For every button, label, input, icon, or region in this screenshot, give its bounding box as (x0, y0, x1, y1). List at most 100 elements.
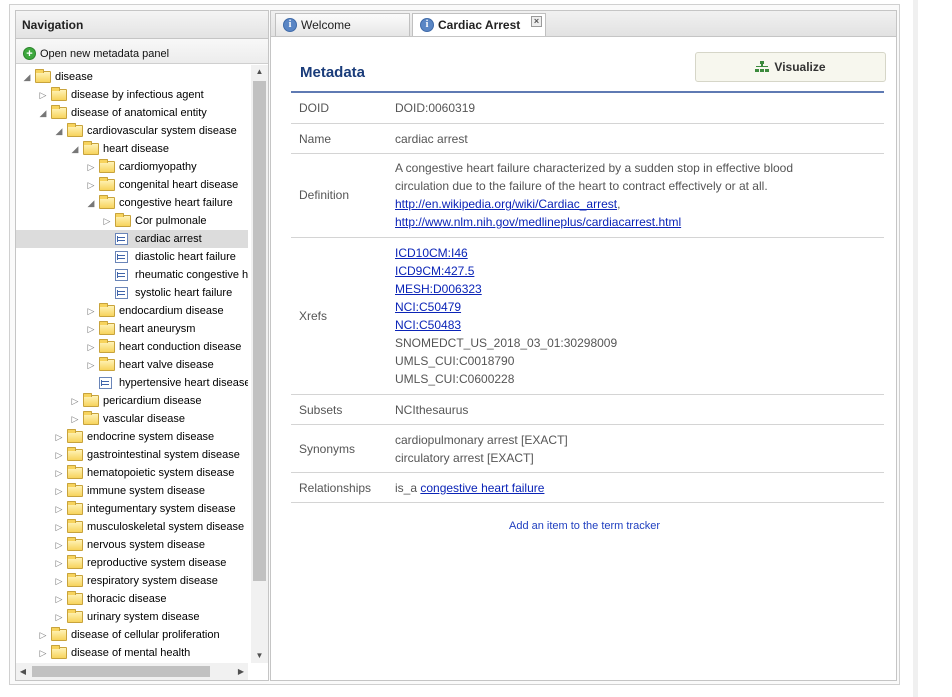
expand-arrow-icon[interactable]: ▷ (54, 500, 64, 518)
tree-node[interactable]: ▷ heart aneurysm (16, 320, 248, 338)
tree-node[interactable]: ▷ musculoskeletal system disease (16, 518, 248, 536)
tree-node[interactable]: cardiac arrest (16, 230, 248, 248)
tree-node[interactable]: ▷ thoracic disease (16, 590, 248, 608)
tree-node[interactable]: ▷ endocrine system disease (16, 428, 248, 446)
tab-welcome[interactable]: i Welcome (275, 13, 410, 36)
tree-node[interactable]: ▷ nervous system disease (16, 536, 248, 554)
tree-horizontal-scrollbar[interactable]: ◀ ▶ (16, 663, 248, 680)
expand-arrow-icon[interactable]: ▷ (86, 158, 96, 176)
tree-node[interactable]: ◢ disease of anatomical entity (16, 104, 248, 122)
expand-arrow-icon[interactable]: ▷ (86, 302, 96, 320)
tree-node[interactable]: ▷ cardiomyopathy (16, 158, 248, 176)
tree-node[interactable]: ◢ disease (16, 68, 248, 86)
doid-key: DOID (299, 101, 329, 115)
tree-node[interactable]: ▷ disease of mental health (16, 644, 248, 662)
scroll-up-arrow-icon[interactable]: ▲ (251, 65, 268, 79)
collapse-arrow-icon[interactable]: ◢ (54, 122, 64, 140)
tree-node[interactable]: diastolic heart failure (16, 248, 248, 266)
tree-node[interactable]: ◢ heart disease (16, 140, 248, 158)
tree-node[interactable]: ▷ disease by infectious agent (16, 86, 248, 104)
open-metadata-panel-button[interactable]: + Open new metadata panel (16, 39, 268, 64)
xref-link[interactable]: ICD9CM:427.5 (395, 264, 474, 278)
folder-icon (35, 69, 51, 83)
tree-node[interactable]: ▷ hematopoietic system disease (16, 464, 248, 482)
folder-icon (51, 105, 67, 119)
tree-node-label: endocardium disease (119, 305, 224, 317)
tree-node[interactable]: ▷ congenital heart disease (16, 176, 248, 194)
expand-arrow-icon[interactable]: ▷ (54, 608, 64, 626)
tree-node[interactable]: ▷ integumentary system disease (16, 500, 248, 518)
tree-node[interactable]: ◢ cardiovascular system disease (16, 122, 248, 140)
tree-node[interactable]: ▷ disease of cellular proliferation (16, 626, 248, 644)
expand-arrow-icon[interactable]: ▷ (54, 518, 64, 536)
synonym: cardiopulmonary arrest [EXACT] (395, 433, 568, 447)
scroll-right-arrow-icon[interactable]: ▶ (234, 663, 248, 680)
tree-node[interactable]: ▷ endocardium disease (16, 302, 248, 320)
expand-arrow-icon[interactable]: ▷ (54, 590, 64, 608)
expand-arrow-icon[interactable]: ▷ (70, 392, 80, 410)
medlineplus-link[interactable]: http://www.nlm.nih.gov/medlineplus/cardi… (395, 215, 681, 229)
expand-arrow-icon[interactable]: ▷ (54, 464, 64, 482)
expand-arrow-icon[interactable]: ▷ (54, 554, 64, 572)
folder-icon (99, 339, 115, 353)
tree-node[interactable]: ▷ respiratory system disease (16, 572, 248, 590)
relationships-row: Relationships is_a congestive heart fail… (291, 473, 884, 503)
wikipedia-link[interactable]: http://en.wikipedia.org/wiki/Cardiac_arr… (395, 197, 617, 211)
xref-link[interactable]: NCI:C50483 (395, 318, 461, 332)
expand-arrow-icon[interactable]: ▷ (38, 626, 48, 644)
tree-node[interactable]: hypertensive heart disease (16, 374, 248, 392)
visualize-button[interactable]: Visualize (695, 52, 886, 82)
collapse-arrow-icon[interactable]: ◢ (22, 68, 32, 86)
expand-arrow-icon[interactable]: ▷ (86, 356, 96, 374)
tree-node-label: disease by infectious agent (71, 89, 204, 101)
scroll-down-arrow-icon[interactable]: ▼ (251, 649, 268, 663)
expand-arrow-icon[interactable]: ▷ (86, 338, 96, 356)
tree-node[interactable]: ▷ heart conduction disease (16, 338, 248, 356)
add-to-term-tracker-link[interactable]: Add an item to the term tracker (271, 520, 898, 532)
synonyms-key: Synonyms (299, 442, 356, 456)
tree-node[interactable]: ▷ gastrointestinal system disease (16, 446, 248, 464)
tree-node[interactable]: systolic heart failure (16, 284, 248, 302)
tree-node-label: gastrointestinal system disease (87, 449, 240, 461)
tree-node[interactable]: ▷ Cor pulmonale (16, 212, 248, 230)
tree-node[interactable]: ▷ reproductive system disease (16, 554, 248, 572)
folder-icon (67, 519, 83, 533)
expand-arrow-icon[interactable]: ▷ (38, 644, 48, 662)
horizontal-scroll-thumb[interactable] (32, 666, 210, 677)
collapse-arrow-icon[interactable]: ◢ (38, 104, 48, 122)
vertical-scroll-thumb[interactable] (253, 81, 266, 581)
tree-node[interactable]: ▷ pericardium disease (16, 392, 248, 410)
navigation-panel: Navigation + Open new metadata panel ◢ di… (15, 10, 269, 681)
tree-node[interactable]: ◢ congestive heart failure (16, 194, 248, 212)
tree-vertical-scrollbar[interactable]: ▲ ▼ (251, 65, 268, 663)
tree-node[interactable]: rheumatic congestive he (16, 266, 248, 284)
add-circle-icon: + (23, 47, 36, 60)
xref-link[interactable]: ICD10CM:I46 (395, 246, 468, 260)
tab-cardiac-arrest[interactable]: i Cardiac Arrest × (412, 13, 546, 37)
tree-node[interactable]: ▷ urinary system disease (16, 608, 248, 626)
expand-arrow-icon[interactable]: ▷ (70, 410, 80, 428)
tree-node[interactable]: ▷ immune system disease (16, 482, 248, 500)
close-tab-icon[interactable]: × (531, 16, 542, 27)
tree-node[interactable]: ▷ heart valve disease (16, 356, 248, 374)
expand-arrow-icon[interactable]: ▷ (86, 176, 96, 194)
expand-arrow-icon[interactable]: ▷ (54, 572, 64, 590)
expand-arrow-icon[interactable]: ▷ (54, 446, 64, 464)
collapse-arrow-icon[interactable]: ◢ (86, 194, 96, 212)
scroll-left-arrow-icon[interactable]: ◀ (16, 663, 30, 680)
relationship-link[interactable]: congestive heart failure (420, 481, 544, 495)
expand-arrow-icon[interactable]: ▷ (54, 482, 64, 500)
collapse-arrow-icon[interactable]: ◢ (70, 140, 80, 158)
expand-arrow-icon[interactable]: ▷ (54, 428, 64, 446)
expand-arrow-icon[interactable]: ▷ (86, 320, 96, 338)
xref-link[interactable]: NCI:C50479 (395, 300, 461, 314)
expand-arrow-icon[interactable]: ▷ (102, 212, 112, 230)
folder-icon (99, 303, 115, 317)
relationships-value: is_a congestive heart failure (395, 479, 875, 497)
xref-link[interactable]: MESH:D006323 (395, 282, 482, 296)
info-icon: i (283, 18, 297, 32)
tree-node[interactable]: ▷ vascular disease (16, 410, 248, 428)
tree-node-label: cardiac arrest (135, 233, 202, 245)
expand-arrow-icon[interactable]: ▷ (54, 536, 64, 554)
expand-arrow-icon[interactable]: ▷ (38, 86, 48, 104)
